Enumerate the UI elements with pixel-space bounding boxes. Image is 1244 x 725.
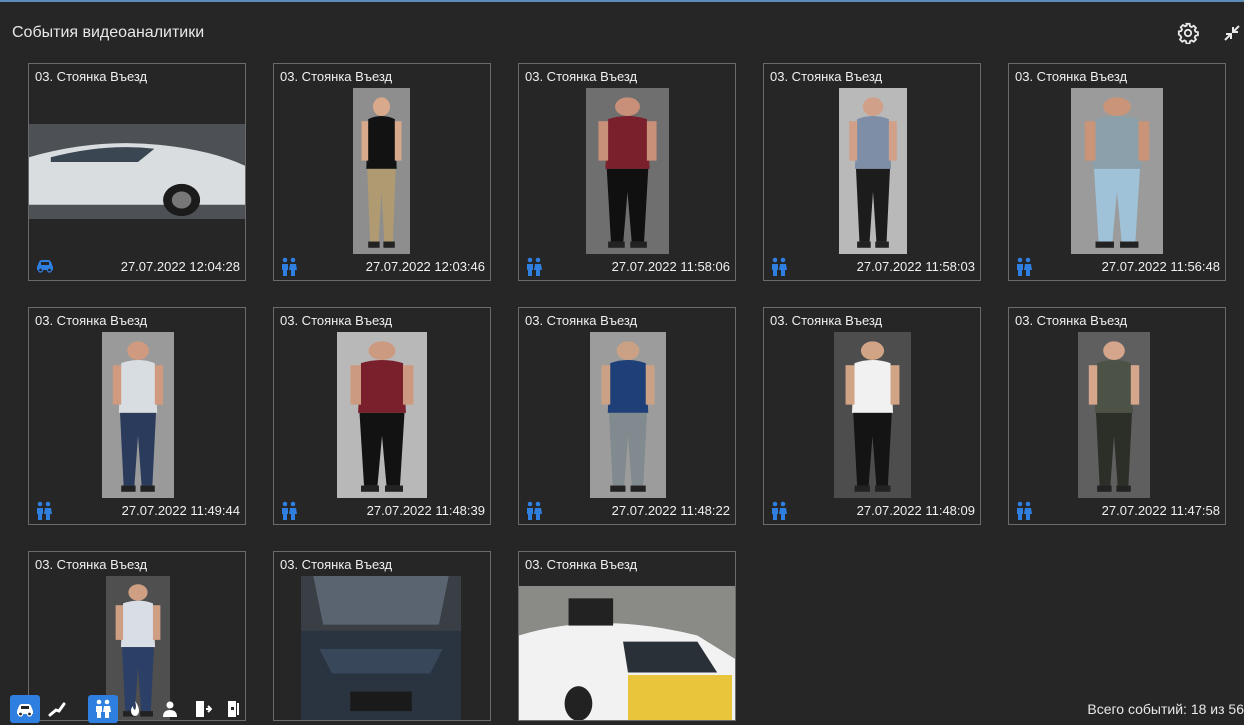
collapse-icon (1224, 25, 1240, 41)
event-card[interactable]: 03. Стоянка Въезд 27.07.2022 11:48:09 (763, 307, 981, 525)
filter-person-button[interactable] (155, 695, 185, 723)
camera-name: 03. Стоянка Въезд (35, 69, 148, 84)
window-title: События видеоаналитики (12, 24, 205, 41)
people-icon (770, 501, 790, 520)
filter-people-button[interactable] (88, 695, 118, 723)
camera-name: 03. Стоянка Въезд (1015, 69, 1128, 84)
camera-name: 03. Стоянка Въезд (1015, 313, 1128, 328)
event-time: 27.07.2022 11:49:44 (121, 503, 240, 518)
video-analytics-window: События видеоаналитики 03. Стоянка Въезд… (0, 0, 1244, 725)
people-icon (280, 501, 300, 520)
camera-name: 03. Стоянка Въезд (35, 313, 148, 328)
event-thumbnail (586, 88, 669, 254)
people-icon (35, 501, 55, 520)
camera-name: 03. Стоянка Въезд (280, 69, 393, 84)
event-card[interactable]: 03. Стоянка Въезд 27.07.2022 11:48:22 (518, 307, 736, 525)
event-time: 27.07.2022 11:48:39 (366, 503, 485, 518)
people-icon (1015, 501, 1035, 520)
event-time: 27.07.2022 11:58:03 (856, 259, 975, 274)
event-thumbnail (839, 88, 907, 254)
event-thumbnail (1078, 332, 1150, 498)
collapse-button[interactable] (1219, 20, 1244, 46)
car-icon (35, 257, 55, 275)
event-time: 27.07.2022 11:58:06 (611, 259, 730, 274)
title-bar: События видеоаналитики (0, 2, 1244, 62)
filter-car-button[interactable] (10, 695, 40, 723)
people-icon (525, 501, 545, 520)
event-card[interactable]: 03. Стоянка Въезд 27.07.2022 11:56:48 (1008, 63, 1226, 281)
people-icon (94, 699, 112, 719)
camera-name: 03. Стоянка Въезд (35, 557, 148, 572)
filter-exit-door-button[interactable] (220, 695, 250, 723)
event-card[interactable]: 03. Стоянка Въезд 27.07.2022 11:58:03 (763, 63, 981, 281)
camera-name: 03. Стоянка Въезд (770, 313, 883, 328)
events-total: Всего событий: 18 из 56 (1087, 701, 1244, 717)
filter-fire-button[interactable] (120, 695, 150, 723)
camera-name: 03. Стоянка Въезд (280, 313, 393, 328)
event-thumbnail (1071, 88, 1163, 254)
event-time: 27.07.2022 11:56:48 (1101, 259, 1220, 274)
people-icon (525, 257, 545, 276)
event-card[interactable]: 03. Стоянка Въезд 27.07.2022 12:03:46 (273, 63, 491, 281)
event-thumbnail (590, 332, 666, 498)
event-thumbnail (337, 332, 427, 498)
camera-name: 03. Стоянка Въезд (525, 557, 638, 572)
event-thumbnail (353, 88, 410, 254)
enter-door-icon (194, 699, 212, 719)
person-icon (161, 700, 179, 718)
status-bar: Всего событий: 18 из 56 (0, 691, 1244, 725)
line-crossing-icon (47, 700, 67, 718)
event-card[interactable]: 03. Стоянка Въезд 27.07.2022 11:58:06 (518, 63, 736, 281)
exit-door-icon (226, 699, 244, 719)
event-time: 27.07.2022 12:04:28 (120, 259, 240, 274)
camera-name: 03. Стоянка Въезд (525, 69, 638, 84)
event-card[interactable]: 03. Стоянка Въезд 27.07.2022 11:49:44 (28, 307, 246, 525)
camera-name: 03. Стоянка Въезд (525, 313, 638, 328)
event-time: 27.07.2022 11:48:09 (856, 503, 975, 518)
event-thumbnail (102, 332, 174, 498)
car-icon (15, 701, 35, 717)
filter-line-crossing-button[interactable] (42, 695, 72, 723)
people-icon (770, 257, 790, 276)
camera-name: 03. Стоянка Въезд (280, 557, 393, 572)
event-time: 27.07.2022 12:03:46 (365, 259, 485, 274)
event-time: 27.07.2022 11:48:22 (611, 503, 730, 518)
event-time: 27.07.2022 11:47:58 (1101, 503, 1220, 518)
event-thumbnail (29, 124, 245, 219)
fire-icon (127, 699, 143, 719)
event-card[interactable]: 03. Стоянка Въезд 27.07.2022 11:48:39 (273, 307, 491, 525)
event-card[interactable]: 03. Стоянка Въезд 27.07.2022 11:47:58 (1008, 307, 1226, 525)
settings-button[interactable] (1175, 20, 1201, 46)
gear-icon (1177, 22, 1199, 44)
people-icon (1015, 257, 1035, 276)
filter-enter-door-button[interactable] (188, 695, 218, 723)
camera-name: 03. Стоянка Въезд (770, 69, 883, 84)
people-icon (280, 257, 300, 276)
event-card[interactable]: 03. Стоянка Въезд 27.07.2022 12:04:28 (28, 63, 246, 281)
event-thumbnail (834, 332, 911, 498)
